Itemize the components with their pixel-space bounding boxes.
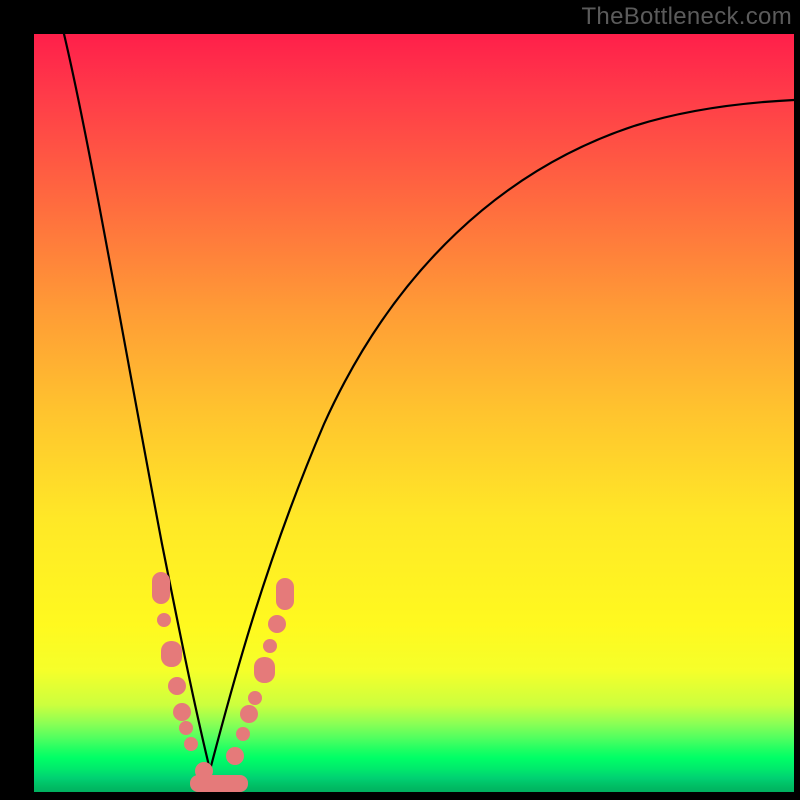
data-point (268, 615, 286, 633)
data-point (276, 578, 294, 610)
data-point (263, 639, 277, 653)
bottleneck-curve (34, 34, 794, 792)
data-point (173, 703, 191, 721)
data-point (184, 737, 198, 751)
data-point (152, 572, 170, 604)
data-point (254, 657, 275, 683)
curve-right-arm (210, 100, 794, 770)
data-point (157, 613, 171, 627)
data-point (179, 721, 193, 735)
data-point (236, 727, 250, 741)
curve-left-arm (64, 34, 210, 770)
data-point (168, 677, 186, 695)
data-point (190, 775, 248, 792)
data-point (248, 691, 262, 705)
watermark-text: TheBottleneck.com (581, 3, 792, 31)
data-point (161, 641, 182, 667)
data-point (226, 747, 244, 765)
chart-plot-area (34, 34, 794, 792)
data-point (240, 705, 258, 723)
